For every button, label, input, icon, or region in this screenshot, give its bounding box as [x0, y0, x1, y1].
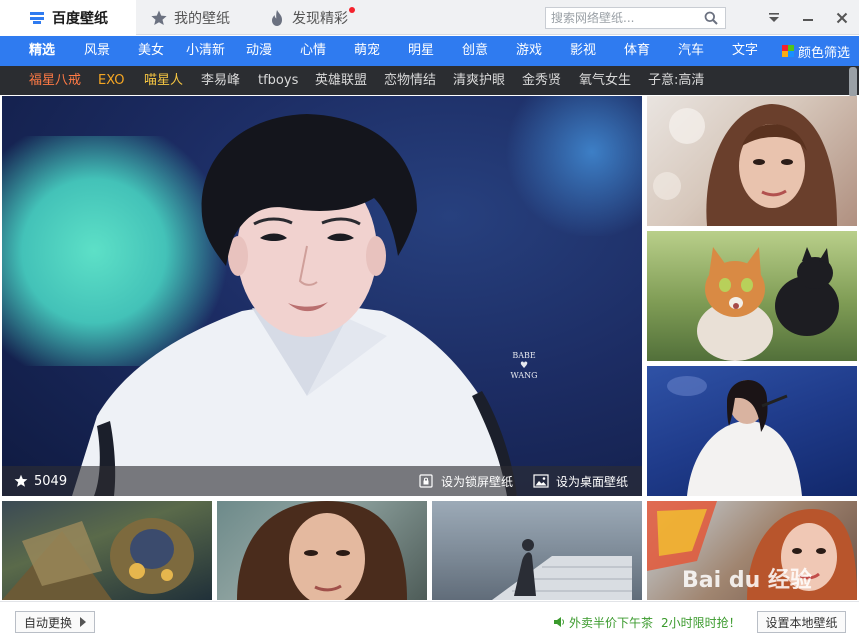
category-item-mood[interactable]: 心情 — [300, 36, 326, 66]
featured-action-bar: 5049 设为锁屏壁纸 设为桌面壁纸 — [2, 466, 642, 496]
category-item-cars[interactable]: 汽车 — [678, 36, 704, 66]
scrollbar-thumb[interactable] — [849, 67, 857, 97]
promo-text: 外卖半价下午茶 — [569, 615, 654, 630]
wallpaper-thumbnail[interactable] — [647, 231, 857, 361]
category-item-scenery[interactable]: 风景 — [84, 36, 110, 66]
close-icon[interactable] — [833, 9, 851, 27]
wallpaper-thumbnail[interactable] — [432, 501, 642, 600]
set-local-wallpaper-button[interactable]: 设置本地壁纸 — [757, 611, 846, 633]
set-desktop-label: 设为桌面壁纸 — [556, 474, 629, 489]
search-input[interactable] — [546, 8, 696, 28]
dropdown-menu-icon[interactable] — [765, 9, 783, 27]
category-item-text[interactable]: 文字 — [732, 36, 758, 66]
category-nav: 精选 风景 美女 小清新 动漫 心情 萌宠 明星 创意 游戏 影视 体育 汽车 … — [0, 36, 859, 66]
category-item-beauty[interactable]: 美女 — [138, 36, 164, 66]
hot-tag-bar: 福星八戒 EXO 喵星人 李易峰 tfboys 英雄联盟 恋物情结 清爽护眼 金… — [0, 66, 859, 95]
woman-portrait-image — [653, 104, 837, 226]
search-icon[interactable] — [704, 11, 718, 25]
cats-image — [697, 247, 839, 361]
color-grid-icon — [782, 45, 794, 57]
minimize-icon[interactable] — [799, 9, 817, 27]
featured-wallpaper[interactable]: BABE ♥ WANG — [2, 96, 642, 496]
tag-item[interactable]: 英雄联盟 — [315, 66, 367, 95]
play-icon — [80, 617, 86, 627]
baidu-jingyan-watermark: Bai du 经验 — [682, 568, 812, 593]
tag-item[interactable]: 李易峰 — [201, 66, 240, 95]
category-item-featured[interactable]: 精选 — [29, 36, 55, 66]
tag-item[interactable]: EXO — [98, 66, 125, 95]
set-lockscreen-label: 设为锁屏壁纸 — [441, 474, 514, 489]
tab-baidu-wallpaper[interactable]: 百度壁纸 — [0, 0, 136, 36]
tab-my-wallpaper[interactable]: 我的壁纸 — [136, 0, 254, 35]
watermark-line: WANG — [510, 371, 538, 380]
photo-watermark: BABE ♥ WANG — [502, 351, 546, 381]
search-box — [545, 7, 726, 29]
promo-link[interactable]: 外卖半价下午茶 2小时限时抢！ — [553, 613, 741, 631]
wallpaper-thumbnail[interactable] — [217, 501, 427, 600]
image-icon — [533, 474, 549, 488]
watermark-line: BABE — [512, 351, 536, 360]
set-lockscreen-button[interactable]: 设为锁屏壁纸 — [418, 466, 513, 496]
portrait-illustration — [72, 114, 517, 496]
tab-discover[interactable]: 发现精彩 — [254, 0, 374, 35]
category-item-games[interactable]: 游戏 — [516, 36, 542, 66]
lock-icon — [419, 474, 433, 488]
tab-label: 百度壁纸 — [52, 11, 108, 27]
category-item-sports[interactable]: 体育 — [624, 36, 650, 66]
like-count: 5049 — [34, 473, 68, 489]
wallpaper-thumbnail[interactable] — [647, 366, 857, 496]
auto-change-button[interactable]: 自动更换 — [15, 611, 95, 633]
tag-item[interactable]: 清爽护眼 — [453, 66, 505, 95]
tag-item[interactable]: 子意:高清 — [648, 66, 704, 95]
actress-image — [237, 501, 407, 600]
singer-image — [667, 376, 802, 496]
star-icon — [150, 9, 168, 27]
tab-label: 我的壁纸 — [174, 10, 230, 27]
promo-text: 2小时限时抢！ — [661, 615, 741, 630]
wallpaper-thumbnail[interactable] — [647, 96, 857, 226]
color-filter-button[interactable]: 颜色筛选 — [782, 36, 850, 66]
star-icon — [14, 474, 28, 487]
category-item-creative[interactable]: 创意 — [462, 36, 488, 66]
watermark-heart-icon: ♥ — [519, 361, 529, 371]
staircase-image — [432, 501, 642, 600]
tag-item[interactable]: 福星八戒 — [29, 66, 81, 95]
set-desktop-button[interactable]: 设为桌面壁纸 — [533, 466, 628, 496]
flame-icon — [268, 9, 286, 27]
category-item-anime[interactable]: 动漫 — [246, 36, 272, 66]
tag-item[interactable]: 金秀贤 — [522, 66, 561, 95]
tag-item[interactable]: 恋物情结 — [384, 66, 436, 95]
set-local-label: 设置本地壁纸 — [765, 615, 838, 630]
tag-item[interactable]: tfboys — [258, 66, 298, 95]
category-item-movies[interactable]: 影视 — [570, 36, 596, 66]
title-bar: 百度壁纸 我的壁纸 发现精彩 — [0, 0, 859, 36]
wallpaper-logo-icon — [28, 9, 46, 27]
wallpaper-thumbnail[interactable] — [2, 501, 212, 600]
speaker-icon — [554, 617, 564, 627]
game-art-image — [2, 518, 194, 600]
category-item-pets[interactable]: 萌宠 — [354, 36, 380, 66]
tag-item[interactable]: 喵星人 — [144, 66, 183, 95]
category-item-fresh[interactable]: 小清新 — [186, 36, 225, 66]
category-item-stars[interactable]: 明星 — [408, 36, 434, 66]
tab-label: 发现精彩 — [292, 10, 348, 27]
footer-bar: 自动更换 外卖半价下午茶 2小时限时抢！ 设置本地壁纸 — [0, 601, 859, 641]
like-counter[interactable]: 5049 — [14, 466, 67, 496]
color-filter-label: 颜色筛选 — [798, 45, 851, 61]
auto-change-label: 自动更换 — [23, 615, 72, 630]
notification-dot — [349, 7, 355, 13]
tag-item[interactable]: 氧气女生 — [579, 66, 631, 95]
